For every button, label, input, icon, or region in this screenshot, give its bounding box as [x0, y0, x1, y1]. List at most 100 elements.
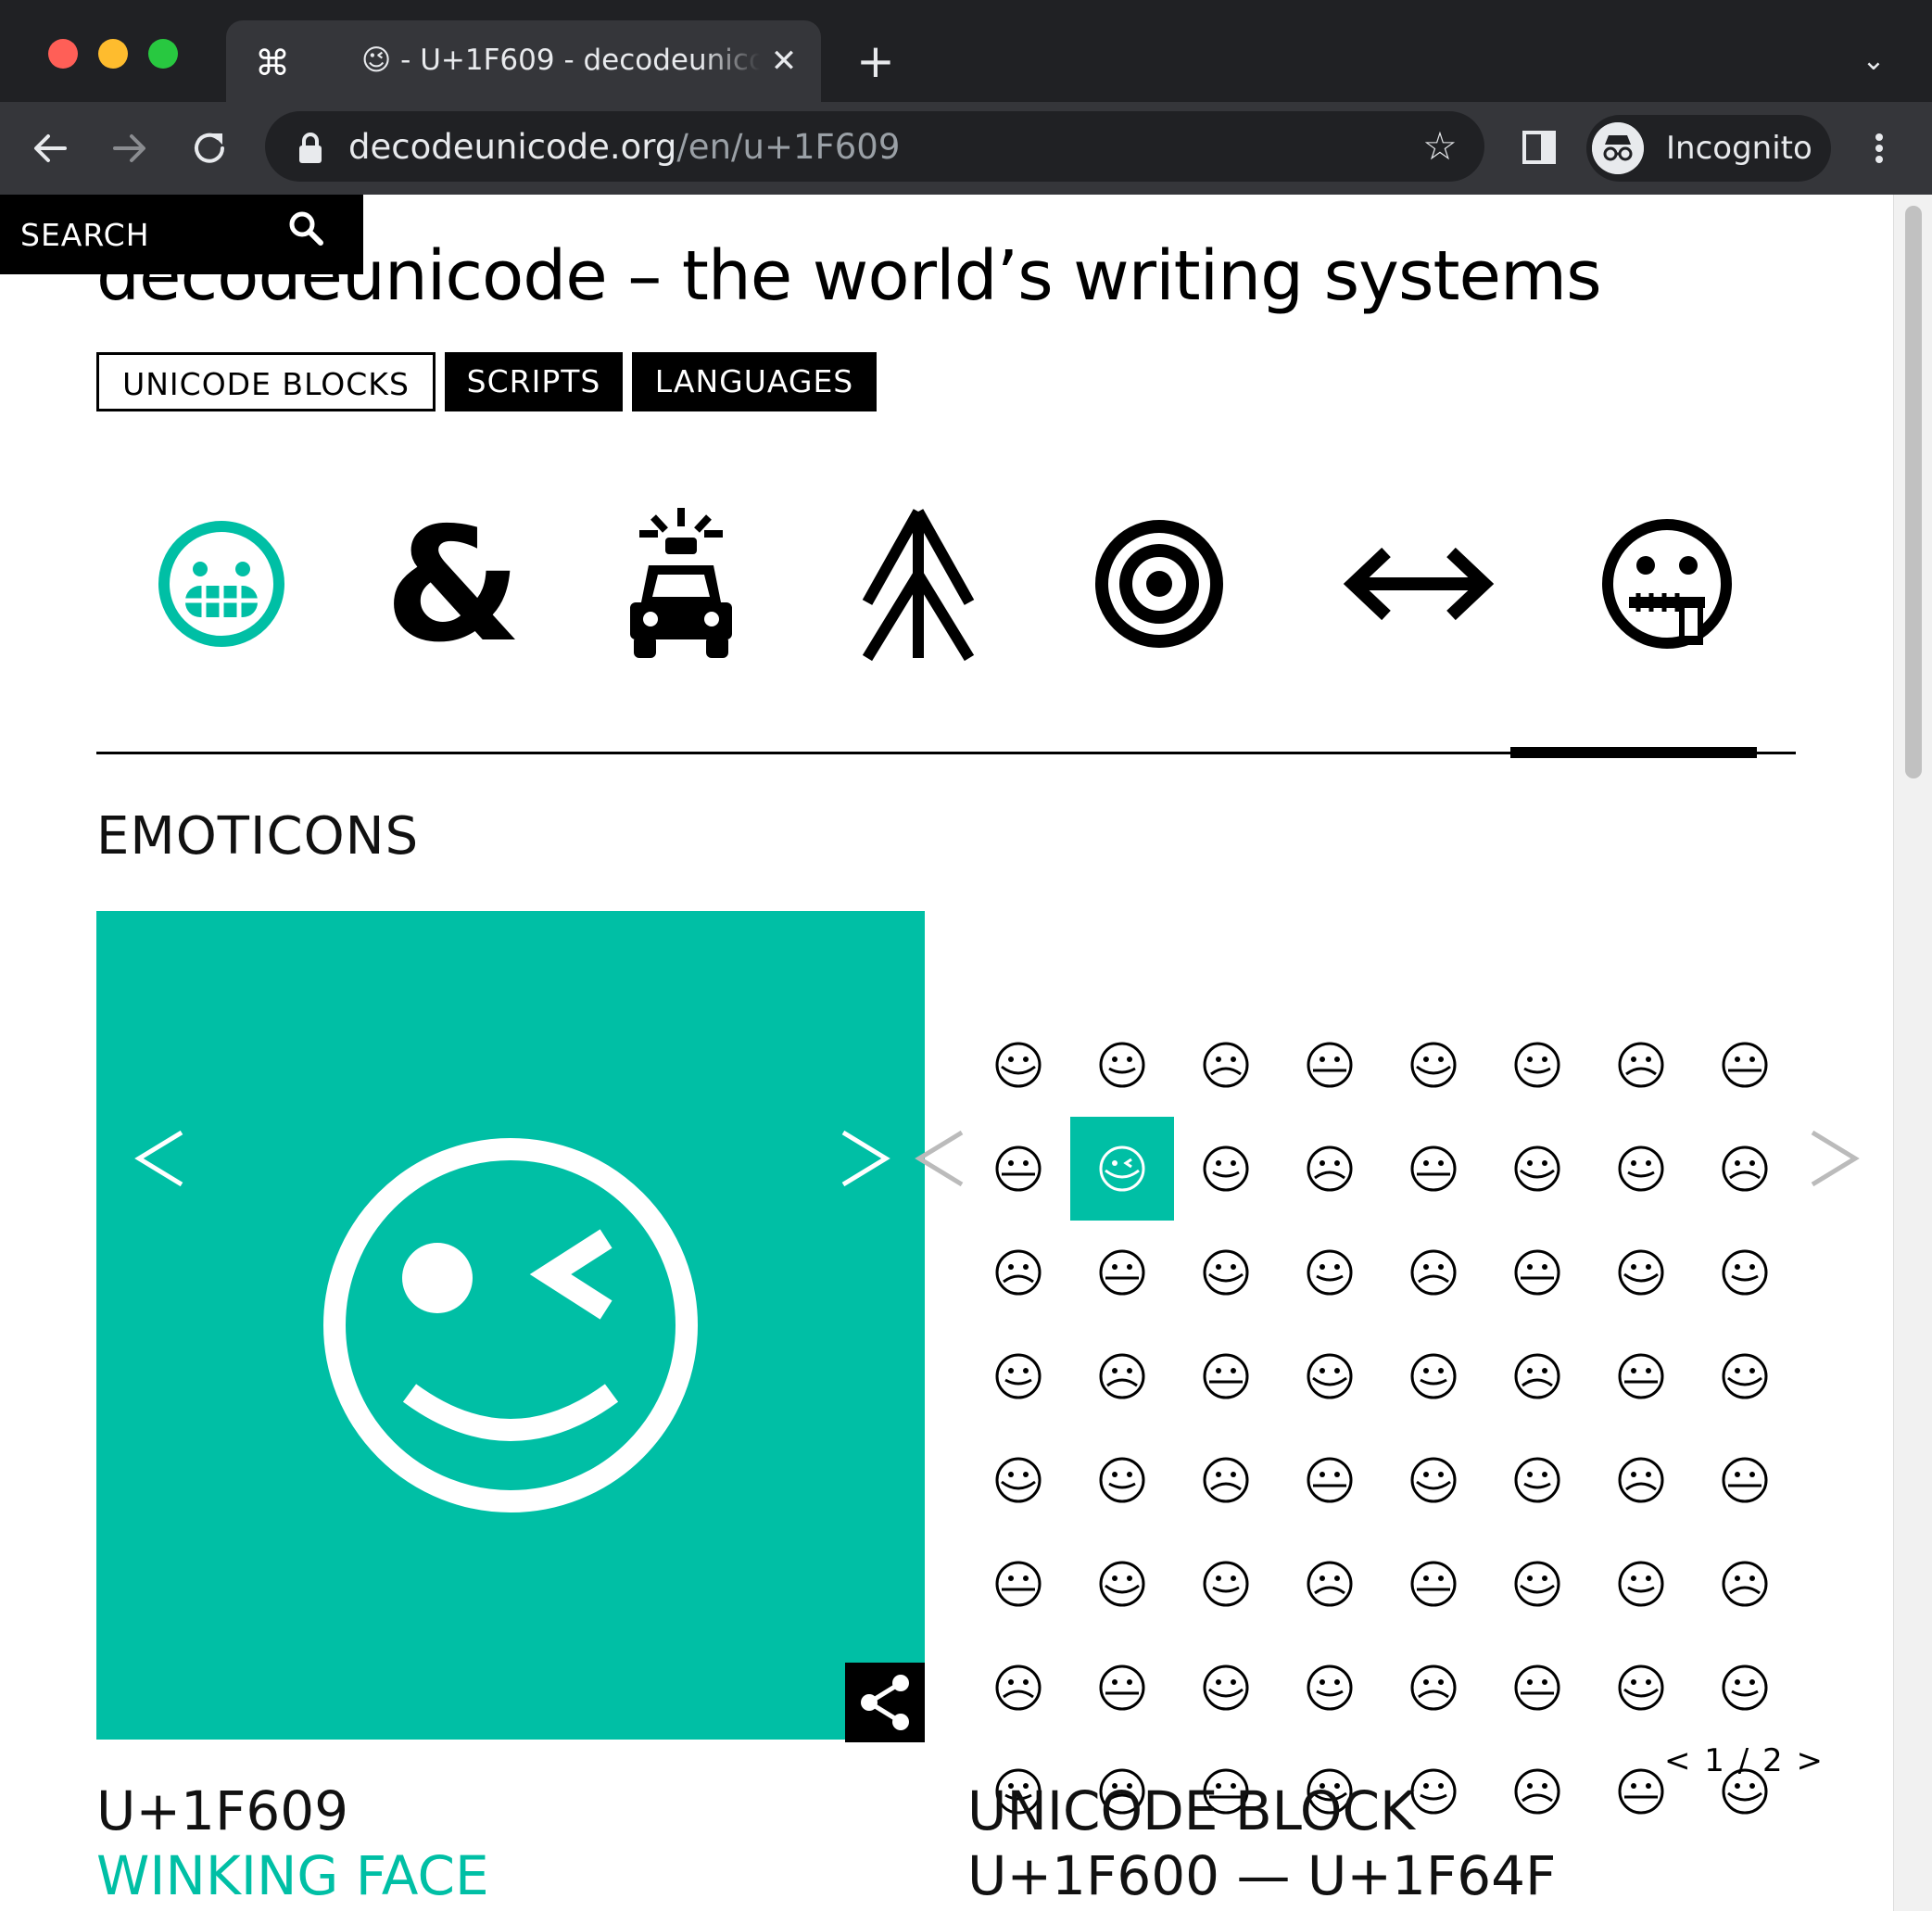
emoji-cell[interactable] [1278, 1428, 1382, 1532]
tree-arrow-icon[interactable] [849, 500, 988, 667]
grid-next-arrow[interactable] [1801, 1121, 1866, 1196]
search-label: SEARCH [20, 217, 150, 253]
emoji-cell[interactable] [1278, 1636, 1382, 1740]
emoji-face-icon [995, 1353, 1042, 1399]
emoji-cell[interactable] [1382, 1324, 1485, 1428]
forward-arrow-icon[interactable] [107, 126, 152, 171]
emoji-cell[interactable] [1070, 1117, 1174, 1221]
emoji-cell[interactable] [1485, 1013, 1589, 1117]
emoji-cell[interactable] [1174, 1221, 1278, 1324]
emoji-cell[interactable] [1382, 1221, 1485, 1324]
emoji-cell[interactable] [1070, 1221, 1174, 1324]
plus-icon[interactable]: + [852, 35, 899, 87]
emoji-face-icon [1410, 1561, 1457, 1607]
emoji-cell[interactable] [1589, 1532, 1693, 1636]
close-window-button[interactable] [48, 39, 78, 69]
character-name: WINKING FACE [96, 1844, 489, 1907]
emoji-cell[interactable] [1174, 1324, 1278, 1428]
nav-languages[interactable]: LANGUAGES [632, 352, 877, 411]
emoji-cell[interactable] [1070, 1324, 1174, 1428]
emoji-cell[interactable] [966, 1532, 1070, 1636]
emoji-cell[interactable] [1174, 1428, 1278, 1532]
emoji-cell[interactable] [1589, 1221, 1693, 1324]
emoji-face-icon [1203, 1249, 1249, 1296]
emoji-cell[interactable] [1382, 1013, 1485, 1117]
url-host: decodeunicode.org [348, 127, 677, 167]
ampersand-icon[interactable]: & [384, 500, 523, 667]
emoji-cell[interactable] [1070, 1013, 1174, 1117]
share-icon[interactable] [845, 1663, 925, 1742]
emoji-cell[interactable] [1278, 1324, 1382, 1428]
emoji-cell[interactable] [1693, 1636, 1797, 1740]
block-heading[interactable]: EMOTICONS [96, 806, 419, 867]
close-icon[interactable]: ✕ [765, 43, 802, 80]
emoji-cell[interactable] [1382, 1532, 1485, 1636]
emoji-cell[interactable] [1174, 1013, 1278, 1117]
previous-character-arrow[interactable] [128, 1121, 193, 1196]
emoji-cell[interactable] [1278, 1013, 1382, 1117]
emoji-cell[interactable] [1485, 1740, 1589, 1843]
left-right-arrow-icon[interactable] [1340, 500, 1497, 667]
emoji-cell[interactable] [1382, 1428, 1485, 1532]
emoji-cell[interactable] [1278, 1532, 1382, 1636]
back-arrow-icon[interactable] [28, 126, 72, 171]
emoji-cell[interactable] [1485, 1636, 1589, 1740]
url-path: /en/u+1F609 [676, 127, 901, 167]
emoji-cell[interactable] [1589, 1117, 1693, 1221]
emoji-cell[interactable] [1485, 1117, 1589, 1221]
emoji-face-icon [1203, 1145, 1249, 1192]
emoji-cell[interactable] [1174, 1532, 1278, 1636]
emoji-cell[interactable] [1070, 1428, 1174, 1532]
emoji-cell[interactable] [1174, 1117, 1278, 1221]
bullseye-icon[interactable] [1090, 500, 1229, 667]
emoji-cell[interactable] [966, 1428, 1070, 1532]
emoji-cell[interactable] [1278, 1117, 1382, 1221]
emoji-cell[interactable] [1485, 1324, 1589, 1428]
emoji-cell[interactable] [1589, 1636, 1693, 1740]
emoji-face-icon [1618, 1353, 1664, 1399]
minimize-window-button[interactable] [98, 39, 128, 69]
scrollbar-thumb[interactable] [1905, 206, 1922, 778]
emoji-cell[interactable] [1693, 1013, 1797, 1117]
emoji-cell[interactable] [1485, 1532, 1589, 1636]
search-icon[interactable] [285, 208, 326, 248]
emoji-cell[interactable] [966, 1221, 1070, 1324]
emoji-cell[interactable] [1693, 1532, 1797, 1636]
emoji-cell[interactable] [966, 1117, 1070, 1221]
emoji-cell[interactable] [1278, 1221, 1382, 1324]
sidebar-icon[interactable] [1520, 128, 1559, 167]
emoji-cell[interactable] [1693, 1117, 1797, 1221]
next-character-arrow[interactable] [832, 1121, 897, 1196]
emoji-cell[interactable] [1174, 1636, 1278, 1740]
emoji-cell[interactable] [1693, 1221, 1797, 1324]
police-car-icon[interactable] [612, 500, 751, 667]
emoji-cell[interactable] [1382, 1117, 1485, 1221]
emoji-cell[interactable] [1485, 1221, 1589, 1324]
emoji-cell[interactable] [1589, 1013, 1693, 1117]
grid-previous-arrow[interactable] [908, 1121, 973, 1196]
star-icon[interactable]: ☆ [1418, 124, 1462, 169]
emoji-cell[interactable] [1070, 1636, 1174, 1740]
emoji-cell[interactable] [1693, 1324, 1797, 1428]
grid-pager[interactable]: < 1 / 2 > [1664, 1742, 1825, 1779]
emoji-face-icon [1618, 1249, 1664, 1296]
emoji-cell[interactable] [966, 1636, 1070, 1740]
emoji-cell[interactable] [1485, 1428, 1589, 1532]
grinning-face-icon[interactable] [152, 500, 291, 667]
zoom-window-button[interactable] [148, 39, 178, 69]
emoji-cell[interactable] [1070, 1532, 1174, 1636]
zipper-mouth-face-icon[interactable] [1597, 500, 1736, 667]
emoji-cell[interactable] [966, 1013, 1070, 1117]
nav-unicode-blocks[interactable]: UNICODE BLOCKS [96, 352, 436, 411]
lock-icon[interactable] [297, 132, 324, 165]
nav-scripts[interactable]: SCRIPTS [445, 352, 623, 411]
emoji-cell[interactable] [966, 1324, 1070, 1428]
emoji-cell[interactable] [1382, 1636, 1485, 1740]
url-text[interactable]: decodeunicode.org/en/u+1F609 [348, 120, 900, 174]
kebab-menu-icon[interactable] [1861, 126, 1898, 171]
emoji-cell[interactable] [1589, 1324, 1693, 1428]
reload-icon[interactable] [187, 126, 232, 171]
chevron-down-icon[interactable]: ⌄ [1853, 43, 1894, 80]
emoji-cell[interactable] [1693, 1428, 1797, 1532]
emoji-cell[interactable] [1589, 1428, 1693, 1532]
